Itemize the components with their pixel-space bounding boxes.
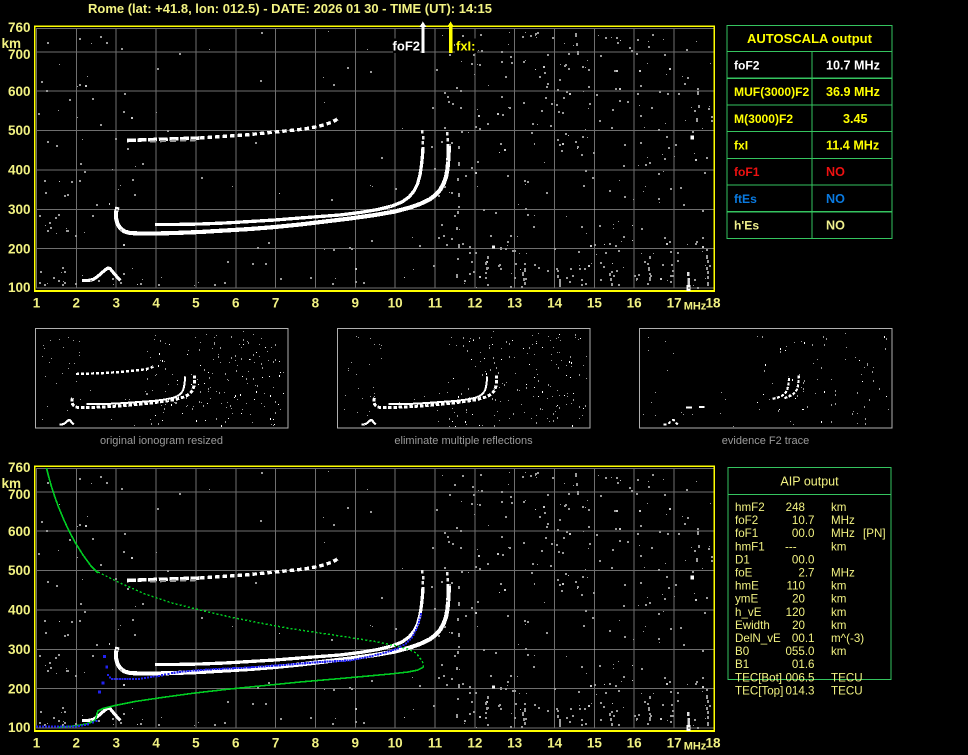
svg-text:AIP output: AIP output: [780, 475, 839, 489]
svg-text:fxI: fxI: [734, 139, 748, 153]
svg-text:D1: D1: [735, 553, 750, 566]
svg-text:01.6: 01.6: [792, 658, 815, 671]
svg-text:00.0: 00.0: [792, 553, 815, 566]
svg-text:hmF1: hmF1: [735, 540, 765, 553]
svg-text:km: km: [831, 619, 846, 632]
svg-text:AUTOSCALA output: AUTOSCALA output: [747, 31, 873, 46]
svg-text:[PN]: [PN]: [863, 527, 886, 540]
svg-text:DelN_vE: DelN_vE: [735, 632, 781, 645]
svg-text:110: 110: [787, 580, 805, 593]
svg-text:MHz: MHz: [831, 514, 855, 527]
svg-text:MHz: MHz: [831, 527, 855, 540]
svg-text:TECU: TECU: [831, 684, 863, 697]
svg-text:M(3000)F2: M(3000)F2: [734, 112, 793, 126]
svg-text:B1: B1: [735, 658, 749, 671]
svg-text:hmE: hmE: [735, 580, 759, 593]
svg-text:10.7 MHz: 10.7 MHz: [826, 58, 880, 72]
svg-text:120: 120: [786, 606, 805, 619]
svg-text:foF2: foF2: [393, 39, 420, 54]
svg-text:Rome (lat: +41.8, lon: 012.5): Rome (lat: +41.8, lon: 012.5) - DATE: 20…: [88, 1, 492, 16]
svg-text:2.7: 2.7: [798, 567, 814, 580]
svg-text:foF1: foF1: [735, 527, 758, 540]
svg-text:km: km: [831, 606, 846, 619]
svg-text:Ewidth: Ewidth: [735, 619, 770, 632]
svg-text:km: km: [831, 580, 846, 593]
svg-text:11.4 MHz: 11.4 MHz: [826, 139, 879, 153]
svg-text:NO: NO: [826, 219, 845, 233]
svg-text:20: 20: [792, 593, 805, 606]
svg-text:foE: foE: [735, 567, 753, 580]
svg-text:3.45: 3.45: [843, 112, 868, 126]
svg-text:MHz: MHz: [831, 567, 855, 580]
svg-text:055.0: 055.0: [785, 645, 814, 658]
svg-text:km: km: [831, 593, 846, 606]
svg-text:h_vE: h_vE: [735, 606, 762, 619]
svg-text:original ionogram resized: original ionogram resized: [100, 435, 223, 447]
svg-text:006.5: 006.5: [785, 671, 814, 684]
svg-text:NO: NO: [826, 165, 845, 179]
svg-text:hmF2: hmF2: [735, 501, 765, 514]
svg-text:36.9 MHz: 36.9 MHz: [826, 85, 880, 99]
svg-text:014.3: 014.3: [785, 684, 814, 697]
svg-text:10.7: 10.7: [792, 514, 815, 527]
svg-text:km: km: [831, 501, 846, 514]
svg-text:ftEs: ftEs: [734, 192, 757, 206]
svg-text:km: km: [831, 645, 846, 658]
svg-text:km: km: [831, 540, 846, 553]
svg-text:m^(-3): m^(-3): [831, 632, 864, 645]
svg-text:TECU: TECU: [831, 671, 863, 684]
svg-text:eliminate multiple reflections: eliminate multiple reflections: [394, 435, 533, 447]
svg-text:248: 248: [786, 501, 805, 514]
svg-text:TEC[Top]: TEC[Top]: [735, 684, 783, 697]
svg-text:fxI:: fxI:: [456, 39, 476, 54]
svg-text:---: ---: [785, 540, 797, 553]
svg-text:MUF(3000)F2: MUF(3000)F2: [734, 85, 810, 99]
svg-text:00.1: 00.1: [792, 632, 815, 645]
svg-text:20: 20: [792, 619, 805, 632]
svg-text:foF1: foF1: [734, 165, 760, 179]
svg-text:foF2: foF2: [734, 58, 760, 72]
svg-text:00.0: 00.0: [792, 527, 815, 540]
svg-text:B0: B0: [735, 645, 749, 658]
svg-text:evidence F2 trace: evidence F2 trace: [722, 435, 809, 447]
svg-text:NO: NO: [826, 192, 845, 206]
svg-text:foF2: foF2: [735, 514, 758, 527]
svg-text:TEC[Bot]: TEC[Bot]: [735, 671, 782, 684]
svg-text:h'Es: h'Es: [734, 219, 759, 233]
svg-text:ymE: ymE: [735, 593, 758, 606]
